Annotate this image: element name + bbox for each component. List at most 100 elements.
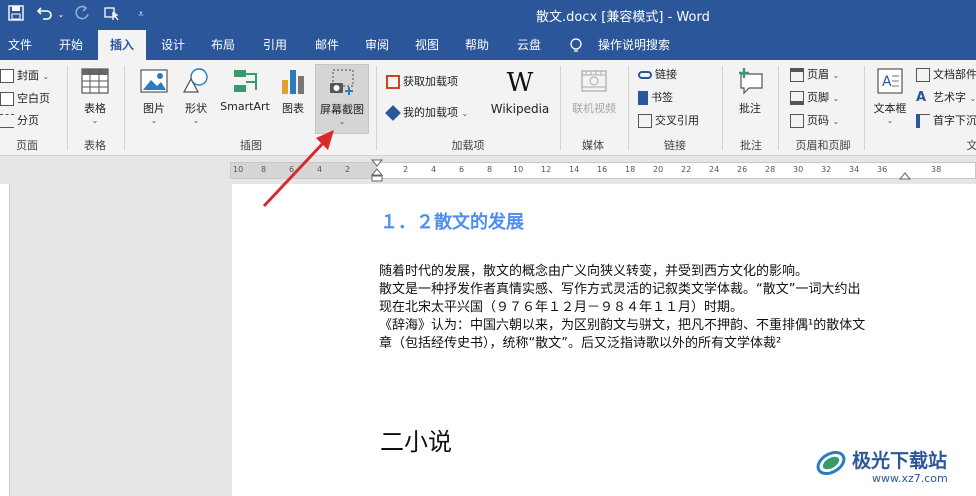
table-button[interactable]: 表格 ⌄ xyxy=(74,66,116,125)
tab-references[interactable]: 引用 xyxy=(254,30,296,60)
window-title: 散文.docx [兼容模式] - Word xyxy=(536,10,710,25)
group-label-links: 链接 xyxy=(664,139,686,152)
group-separator xyxy=(67,66,68,150)
touch-mode-icon[interactable] xyxy=(102,5,124,25)
group-label-comments: 批注 xyxy=(740,139,762,152)
footer-button[interactable]: 页脚 ⌄ xyxy=(790,88,839,108)
redo-icon[interactable] xyxy=(72,5,92,25)
group-separator xyxy=(722,66,723,150)
group-separator xyxy=(628,66,629,150)
blank-page-icon xyxy=(0,92,14,106)
group-separator xyxy=(864,66,865,150)
undo-dropdown-icon[interactable]: ⌄ xyxy=(56,5,66,25)
textbox-button[interactable]: A 文本框 ⌄ xyxy=(868,66,912,125)
drop-cap-icon xyxy=(916,114,930,128)
indent-marker-icon[interactable] xyxy=(370,159,384,183)
paragraph-line: 现在北宋太平兴国（９７６年１２月－９８４年１１月）时期。 xyxy=(379,300,744,315)
watermark: 极光下载站 www.xz7.com xyxy=(812,442,976,496)
footer-icon xyxy=(790,91,804,105)
quick-parts-button[interactable]: 文档部件 xyxy=(916,65,976,85)
comment-button[interactable]: 批注 xyxy=(730,66,770,116)
ribbon: 封面 ⌄ 空白页 分页 页面 表格 ⌄ 表格 图片 ⌄ 形状 ⌄ SmartAr… xyxy=(0,60,976,156)
online-video-icon xyxy=(581,70,607,92)
heading-level-2: 二小说 xyxy=(380,428,452,456)
paragraph-line: 《辞海》认为：中国六朝以来，为区别韵文与骈文，把凡不押韵、不重排偶¹的散体文 xyxy=(379,318,866,333)
wikipedia-button[interactable]: W Wikipedia xyxy=(488,68,552,116)
heading-level-1: １．２散文的发展 xyxy=(380,212,524,233)
header-button[interactable]: 页眉 ⌄ xyxy=(790,65,839,85)
link-button[interactable]: 链接 xyxy=(638,65,677,85)
customize-qat-icon[interactable]: ⩡ xyxy=(134,5,148,25)
tab-layout[interactable]: 布局 xyxy=(202,30,244,60)
group-separator xyxy=(560,66,561,150)
online-video-button[interactable]: 联机视频 xyxy=(566,66,622,116)
page-number-icon xyxy=(790,114,804,128)
store-icon xyxy=(386,75,400,89)
page-break-icon xyxy=(0,114,14,128)
page-break-button[interactable]: 分页 xyxy=(0,111,39,131)
wordart-button[interactable]: A 艺术字 ⌄ xyxy=(916,88,976,108)
shapes-button[interactable]: 形状 ⌄ xyxy=(176,66,216,125)
my-addins-button[interactable]: 我的加载项 ⌄ xyxy=(385,103,468,123)
page-number-button[interactable]: 页码 ⌄ xyxy=(790,111,839,131)
cover-page-button[interactable]: 封面 ⌄ xyxy=(0,66,49,86)
watermark-logo-icon xyxy=(816,451,846,475)
picture-icon xyxy=(140,69,168,93)
cover-page-icon xyxy=(0,69,14,83)
svg-text:A: A xyxy=(882,74,892,90)
header-icon xyxy=(790,68,804,82)
group-label-pages: 页面 xyxy=(16,139,38,152)
paragraph-line: 随着时代的发展，散文的概念由广义向狭义转变，并受到西方文化的影响。 xyxy=(379,264,809,279)
group-separator xyxy=(778,66,779,150)
bookmark-icon xyxy=(638,91,648,105)
tab-insert[interactable]: 插入 xyxy=(98,30,146,60)
picture-button[interactable]: 图片 ⌄ xyxy=(134,66,174,125)
tab-cloud[interactable]: 云盘 xyxy=(508,30,550,60)
cross-reference-icon xyxy=(638,114,652,128)
quick-parts-icon xyxy=(916,68,930,82)
chart-button[interactable]: 图表 xyxy=(276,66,310,116)
tab-home[interactable]: 开始 xyxy=(50,30,92,60)
my-addins-icon xyxy=(385,105,401,121)
paragraph-line: 散文是一种抒发作者真情实感、写作方式灵活的记叙类文学体裁。“散文”一词大约出 xyxy=(379,282,861,297)
smartart-button[interactable]: SmartArt xyxy=(218,66,272,113)
watermark-url: www.xz7.com xyxy=(872,472,948,485)
vertical-ruler[interactable] xyxy=(0,184,10,496)
save-icon[interactable] xyxy=(6,5,26,25)
drop-cap-button[interactable]: 首字下沉 xyxy=(916,111,976,131)
wordart-icon: A xyxy=(916,90,927,105)
cross-reference-button[interactable]: 交叉引用 xyxy=(638,111,699,131)
right-indent-icon[interactable] xyxy=(898,169,912,181)
tab-view[interactable]: 视图 xyxy=(406,30,448,60)
new-comment-icon xyxy=(739,68,763,95)
tab-file[interactable]: 文件 xyxy=(0,30,40,60)
textbox-icon: A xyxy=(877,68,903,94)
undo-icon[interactable] xyxy=(34,5,56,25)
paragraph-line: 章（包括经传史书），统称“散文”。后又泛指诗歌以外的所有文学体裁² xyxy=(379,336,782,351)
smartart-icon xyxy=(234,70,257,92)
group-label-addins: 加载项 xyxy=(451,139,485,152)
title-bar: ⌄ ⩡ 散文.docx [兼容模式] - Word xyxy=(0,0,976,30)
screenshot-icon xyxy=(330,69,354,95)
ruler-area: 10 8 6 4 2 2 4 6 8 10 12 14 16 18 20 22 … xyxy=(0,157,976,184)
watermark-brand: 极光下载站 xyxy=(852,450,948,472)
group-label-tables: 表格 xyxy=(84,139,106,152)
blank-page-button[interactable]: 空白页 xyxy=(0,89,50,109)
chart-icon xyxy=(282,70,304,94)
group-label-header-footer: 页眉和页脚 xyxy=(795,139,851,152)
table-icon xyxy=(81,68,109,94)
tab-review[interactable]: 审阅 xyxy=(356,30,398,60)
get-addins-button[interactable]: 获取加载项 xyxy=(386,72,458,92)
tab-help[interactable]: 帮助 xyxy=(456,30,498,60)
group-separator xyxy=(124,66,125,150)
shapes-icon xyxy=(182,68,208,93)
ribbon-tabs: 文件 开始 插入 设计 布局 引用 邮件 审阅 视图 帮助 云盘 操作说明搜索 xyxy=(0,30,976,60)
group-separator xyxy=(376,66,377,150)
tell-me-search[interactable]: 操作说明搜索 xyxy=(594,30,674,60)
group-label-media: 媒体 xyxy=(582,139,604,152)
link-icon xyxy=(638,71,652,79)
bookmark-button[interactable]: 书签 xyxy=(638,88,673,108)
tab-mailings[interactable]: 邮件 xyxy=(306,30,348,60)
annotation-arrow xyxy=(262,130,334,208)
tab-design[interactable]: 设计 xyxy=(152,30,194,60)
